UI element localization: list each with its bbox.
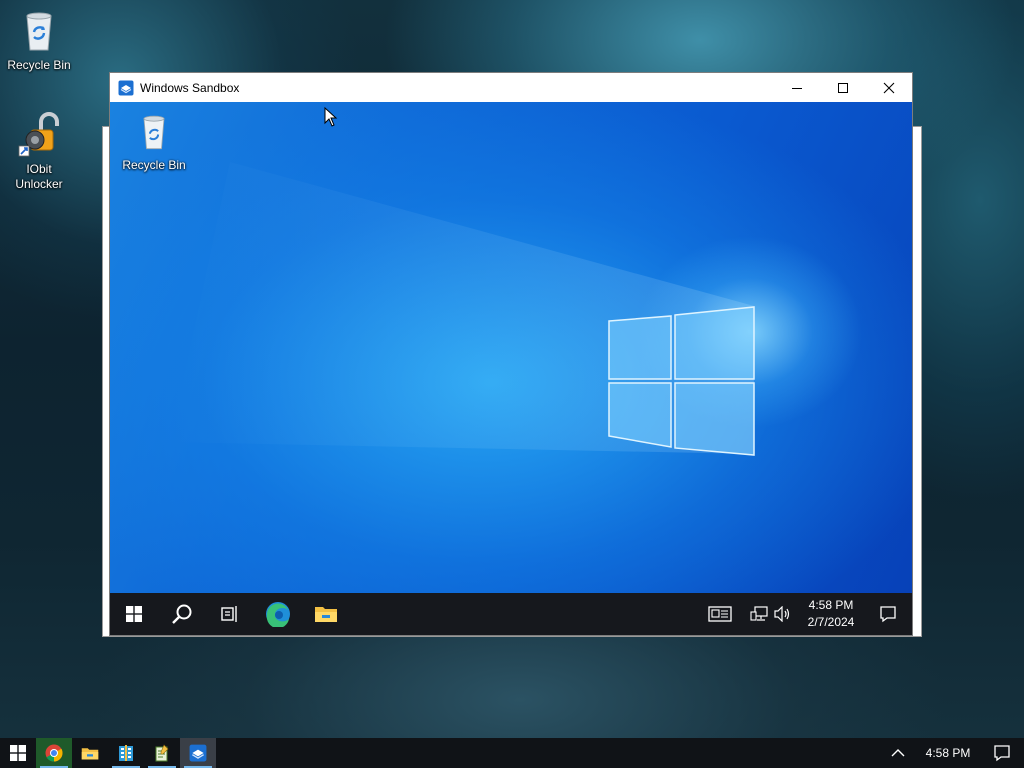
news-widget-icon [708,606,732,622]
guest-time: 4:58 PM [808,598,854,612]
title-bar[interactable]: Windows Sandbox [110,73,912,102]
recycle-bin-icon [143,115,165,150]
file-explorer-icon [81,747,99,759]
task-view-icon [221,606,237,622]
window-title: Windows Sandbox [140,80,240,95]
volume-icon[interactable] [774,606,792,622]
guest-date: 2/7/2024 [807,615,855,629]
host-action-center-button[interactable] [980,738,1024,768]
desktop-icon-recycle-bin[interactable]: Recycle Bin [1,6,77,73]
file-explorer-icon [315,607,337,622]
sandbox-window[interactable]: Windows Sandbox Recycle Bin 4:58 PM 2/7/… [109,72,913,636]
guest-taskbar: 4:58 PM 2/7/2024 [110,593,912,635]
search-icon [172,604,192,624]
guest-start-button[interactable] [110,593,158,635]
host-start-button[interactable] [0,738,36,768]
edge-icon [266,602,290,627]
host-taskbar: 4:58 PM [0,738,1024,768]
host-taskbar-windows-sandbox[interactable] [180,738,216,768]
maximize-button[interactable] [820,73,866,102]
maximize-icon [838,82,848,93]
iobit-unlocker-icon [18,112,59,157]
host-taskbar-notepad-app[interactable] [144,738,180,768]
windows-logo-wallpaper [170,162,755,456]
building-app-icon [119,745,133,761]
show-hidden-icons-button[interactable] [880,738,916,768]
start-icon [126,606,142,622]
start-icon [10,745,26,761]
guest-news-widget[interactable] [696,593,744,635]
recycle-bin-icon [26,12,52,51]
desktop-icon-label: Recycle Bin [7,58,71,72]
guest-task-view-button[interactable] [206,593,254,635]
action-center-icon [994,745,1010,762]
desktop-icon-label: IObit Unlocker [15,162,63,191]
guest-desktop[interactable]: Recycle Bin [110,102,912,595]
show-hidden-icons-chevron-icon [891,749,905,757]
action-center-icon [880,606,896,623]
guest-search-button[interactable] [158,593,206,635]
windows-sandbox-icon [118,80,134,95]
guest-clock[interactable]: 4:58 PM 2/7/2024 [798,597,864,631]
desktop-icon-label: Recycle Bin [122,158,186,172]
network-icon[interactable] [750,606,768,622]
host-clock[interactable]: 4:58 PM [916,746,980,760]
close-button[interactable] [866,73,912,102]
desktop-icon-iobit-unlocker[interactable]: IObit Unlocker [1,110,77,192]
guest-file-explorer-button[interactable] [302,593,350,635]
host-taskbar-chrome[interactable] [36,738,72,768]
mouse-cursor-icon [324,107,338,127]
guest-desktop-icon-recycle-bin[interactable]: Recycle Bin [116,110,192,173]
chrome-icon [45,744,63,762]
guest-edge-button[interactable] [254,593,302,635]
close-icon [883,82,895,93]
windows-sandbox-icon [189,744,207,762]
host-taskbar-file-explorer[interactable] [72,738,108,768]
notepad-app-icon [155,744,169,762]
minimize-icon [792,87,802,89]
guest-action-center-button[interactable] [864,593,912,635]
minimize-button[interactable] [774,73,820,102]
host-taskbar-building-app[interactable] [108,738,144,768]
